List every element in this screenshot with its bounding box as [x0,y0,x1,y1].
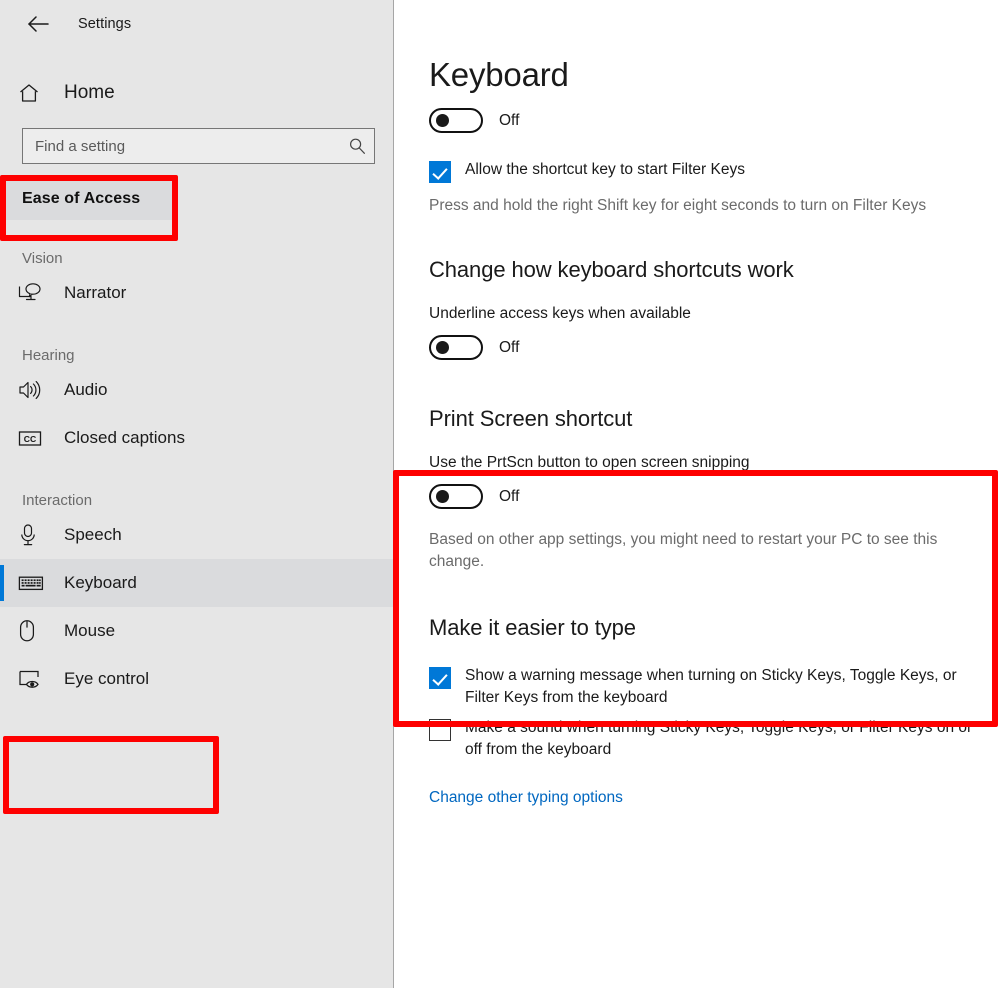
search-icon[interactable] [348,137,366,155]
make-sound-label: Make a sound when turning Sticky Keys, T… [465,718,973,758]
make-sound-row[interactable]: Make a sound when turning Sticky Keys, T… [429,717,976,762]
audio-speaker-icon [18,379,48,401]
mouse-icon [18,619,48,643]
keyboard-icon [18,574,48,592]
underline-access-keys-label: Underline access keys when available [429,305,691,322]
settings-window: Settings Home Ease of Access Vision [0,0,998,988]
underline-access-keys-toggle-state: Off [499,338,520,356]
window-titlebar: Settings [0,0,393,48]
closed-captions-icon: CC [18,428,48,448]
sidebar-item-label: Keyboard [64,573,137,592]
back-arrow-icon [27,16,49,32]
underline-access-keys-toggle[interactable] [429,335,483,360]
sidebar-item-label: Closed captions [64,428,185,447]
filter-keys-hint: Press and hold the right Shift key for e… [429,197,927,214]
group-label-vision: Vision [22,250,63,267]
sidebar: Settings Home Ease of Access Vision [0,0,394,988]
toggle-knob [436,114,449,127]
allow-shortcut-key-checkbox[interactable] [429,161,451,183]
filter-keys-toggle-row: Off [429,108,976,133]
toggle-knob [436,341,449,354]
sidebar-item-label: Eye control [64,669,150,688]
underline-access-keys-toggle-row: Off [429,335,976,360]
search-input[interactable] [35,137,348,155]
sidebar-item-closed-captions[interactable]: CC Closed captions [0,414,393,462]
narrator-icon [18,282,48,304]
search-box[interactable] [22,128,375,164]
prtscn-toggle-row: Off [429,484,976,509]
sidebar-item-home[interactable]: Home [0,70,393,116]
app-title: Settings [78,16,132,32]
show-warning-message-label: Show a warning message when turning on S… [465,667,957,707]
show-warning-message-checkbox[interactable] [429,667,451,689]
show-warning-message-row[interactable]: Show a warning message when turning on S… [429,665,976,710]
prtscn-toggle-state: Off [499,487,520,505]
shortcuts-section-heading: Change how keyboard shortcuts work [429,257,794,282]
sidebar-item-speech[interactable]: Speech [0,511,393,559]
sidebar-item-label: Audio [64,380,108,399]
sidebar-item-eye-control[interactable]: Eye control [0,655,393,703]
back-button[interactable] [18,8,58,40]
group-label-interaction: Interaction [22,492,93,509]
sidebar-item-label: Narrator [64,283,127,302]
page-title: Keyboard [429,56,569,93]
sidebar-item-mouse[interactable]: Mouse [0,607,393,655]
sidebar-category-ease-of-access[interactable]: Ease of Access [0,178,178,220]
make-sound-checkbox[interactable] [429,718,451,741]
sidebar-item-label: Speech [64,525,122,544]
toggle-knob [436,490,449,503]
microphone-icon [18,523,48,547]
sidebar-item-audio[interactable]: Audio [0,366,393,414]
eye-control-icon [18,668,48,690]
prtscn-setting-label: Use the PrtScn button to open screen sni… [429,454,750,471]
filter-keys-toggle-state: Off [499,111,520,129]
prtscn-toggle[interactable] [429,484,483,509]
allow-shortcut-key-row[interactable]: Allow the shortcut key to start Filter K… [429,159,976,183]
allow-shortcut-key-label: Allow the shortcut key to start Filter K… [465,161,745,178]
filter-keys-toggle[interactable] [429,108,483,133]
easier-to-type-heading: Make it easier to type [429,615,636,640]
svg-text:CC: CC [24,434,36,444]
main-content: Keyboard Off Allow the shortcut key to s… [394,0,998,988]
sidebar-item-label: Mouse [64,621,116,640]
home-icon [18,82,48,104]
sidebar-item-keyboard[interactable]: Keyboard [0,559,393,607]
change-other-typing-options-link[interactable]: Change other typing options [429,789,623,807]
home-label: Home [64,82,115,103]
prtscn-hint: Based on other app settings, you might n… [429,531,938,570]
print-screen-section-heading: Print Screen shortcut [429,406,633,431]
group-label-hearing: Hearing [22,347,75,364]
sidebar-item-narrator[interactable]: Narrator [0,269,393,317]
